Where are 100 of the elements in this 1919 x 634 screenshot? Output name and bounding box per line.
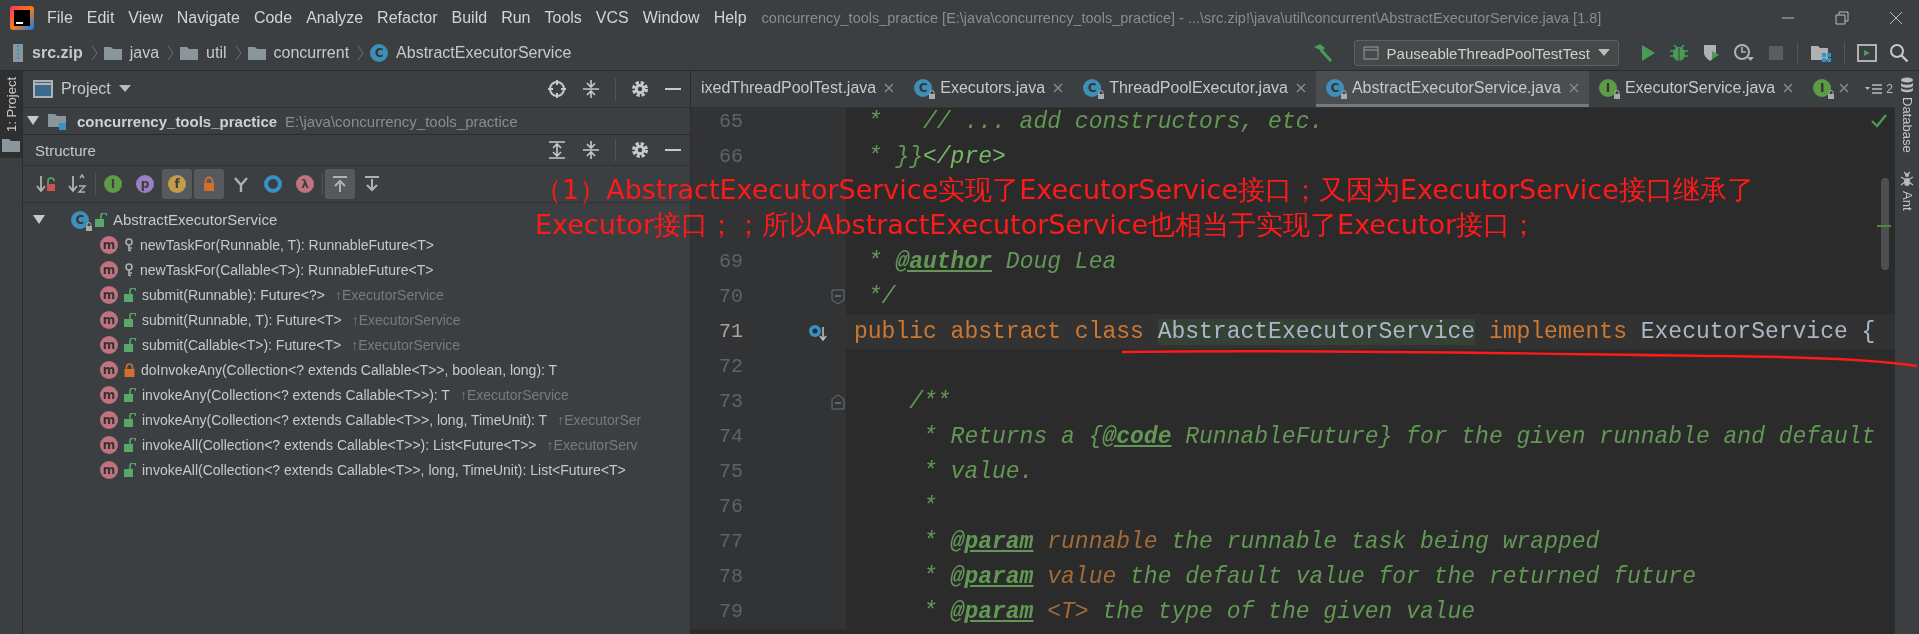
tree-item[interactable]: newTaskFor(Callable<T>): RunnableFuture<T> xyxy=(140,261,434,278)
inherited-from-label: ↑ExecutorServ xyxy=(546,436,638,453)
sort-alphabetical-icon xyxy=(68,174,88,194)
tree-item[interactable]: invokeAny(Collection<? extends Callable<T>>): T xyxy=(142,386,450,403)
tree-item[interactable]: AbstractExecutorService xyxy=(113,211,278,228)
close-icon[interactable] xyxy=(884,82,895,93)
menu-item[interactable]: File xyxy=(40,6,80,30)
menu-item[interactable]: Run xyxy=(494,6,538,30)
toolbar-toggle[interactable] xyxy=(325,169,355,199)
unlocked-padlock-icon xyxy=(124,462,136,477)
tree-item[interactable]: invokeAll(Collection<? extends Callable<T>>, long, TimeUnit): List<Future<T> xyxy=(142,461,626,478)
list-icon xyxy=(1865,84,1884,94)
menu-item[interactable]: Navigate xyxy=(169,6,247,30)
folder-grid-icon[interactable] xyxy=(1810,44,1832,62)
panel-title: Structure xyxy=(35,141,96,159)
terminal-window-icon[interactable] xyxy=(1857,44,1877,62)
search-icon[interactable] xyxy=(1889,43,1909,63)
breadcrumb[interactable]: src.zip xyxy=(30,44,85,62)
project-name[interactable]: concurrency_tools_practice xyxy=(77,112,278,130)
breadcrumb[interactable]: java xyxy=(127,44,162,62)
code-line: * @author Doug Lea xyxy=(867,248,1117,275)
tree-item[interactable]: submit(Runnable): Future<?> xyxy=(142,286,325,303)
interface-icon: I xyxy=(1598,78,1617,97)
tree-item[interactable]: newTaskFor(Runnable, T): RunnableFuture<T> xyxy=(140,236,434,253)
method-icon: m xyxy=(100,385,118,404)
expand-all-icon[interactable] xyxy=(547,140,567,160)
menu-item[interactable]: Analyze xyxy=(299,6,371,30)
editor-tab[interactable]: C Executors.java xyxy=(904,71,1074,107)
menu-item[interactable]: Build xyxy=(444,6,495,30)
fold-marker-icon[interactable] xyxy=(830,288,845,305)
menu-item[interactable]: View xyxy=(121,6,170,30)
expand-arrow-icon[interactable] xyxy=(27,116,39,126)
method-icon: m xyxy=(100,235,118,254)
tool-window-tab[interactable]: 1: Project xyxy=(0,71,22,158)
expand-arrow-icon[interactable] xyxy=(33,214,45,225)
method-icon: m xyxy=(100,410,118,429)
class-icon: C xyxy=(1325,78,1344,97)
chevron-icon xyxy=(90,45,98,61)
toolbar-toggle[interactable] xyxy=(194,169,224,199)
tree-item[interactable]: submit(Runnable, T): Future<T> xyxy=(142,311,342,328)
change-marker xyxy=(1877,225,1891,227)
restore-icon[interactable] xyxy=(1835,11,1849,25)
class-icon: C xyxy=(1083,78,1102,97)
run-icon[interactable] xyxy=(1639,44,1657,62)
app-logo[interactable] xyxy=(10,6,34,30)
menu-item[interactable]: Refactor xyxy=(370,6,445,30)
toolbar-toggle[interactable]: f xyxy=(162,169,192,199)
close-icon[interactable] xyxy=(1889,11,1903,25)
caret-icon xyxy=(118,85,131,93)
breadcrumb[interactable]: AbstractExecutorService xyxy=(394,44,574,62)
close-icon[interactable] xyxy=(1783,82,1794,93)
bug-icon[interactable] xyxy=(1669,43,1689,63)
menu-item[interactable]: Code xyxy=(246,6,300,30)
run-configuration-dropdown[interactable]: PauseableThreadPoolTestTest xyxy=(1353,40,1619,66)
menu-item[interactable]: Edit xyxy=(79,6,122,30)
editor-tab[interactable]: I xyxy=(1803,71,1860,107)
window-title: concurrency_tools_practice [E:\java\concurrency_tools_practice] - ...\src.zip!\java\util\concurrent\AbstractExecutorService.java [1.8] xyxy=(761,10,1602,26)
breadcrumb[interactable]: util xyxy=(204,44,229,62)
code-line: * // ... add constructors, etc. xyxy=(867,108,1324,135)
code-line: * value. xyxy=(923,458,1034,485)
breadcrumb[interactable]: concurrent xyxy=(271,44,352,62)
autoscroll-from-source-icon xyxy=(362,174,382,194)
shield-icon[interactable] xyxy=(1701,43,1721,63)
check-icon[interactable] xyxy=(1871,114,1887,128)
scrollbar-thumb[interactable] xyxy=(1881,178,1889,270)
archive-icon xyxy=(12,44,24,62)
tree-item[interactable]: submit(Callable<T>): Future<T> xyxy=(142,336,342,353)
collapse-all-icon[interactable] xyxy=(581,140,601,160)
padlock-icon xyxy=(1827,89,1836,99)
close-icon[interactable] xyxy=(1568,82,1579,93)
menu-item[interactable]: VCS xyxy=(588,6,636,30)
crosshair-icon[interactable] xyxy=(547,79,567,99)
menu-item[interactable]: Help xyxy=(706,6,754,30)
menu-item[interactable]: Window xyxy=(635,6,707,30)
project-view-dropdown[interactable]: Project xyxy=(33,80,131,98)
editor-tab[interactable]: I ExecutorService.java xyxy=(1588,71,1804,107)
code-line: /** xyxy=(909,388,951,415)
window-icon xyxy=(33,80,53,98)
editor-tab[interactable]: ixedThreadPoolTest.java xyxy=(691,71,905,107)
unlocked-padlock-icon xyxy=(124,287,136,302)
lambda-icon: λ xyxy=(296,175,314,193)
menu-item[interactable]: Tools xyxy=(537,6,589,30)
fold-marker-icon[interactable] xyxy=(830,393,845,410)
editor-tab[interactable]: C ThreadPoolExecutor.java xyxy=(1073,71,1316,107)
settings-icon[interactable] xyxy=(630,79,650,99)
close-icon[interactable] xyxy=(1295,82,1306,93)
tree-item[interactable]: invokeAll(Collection<? extends Callable<T>>): List<Future<T>> xyxy=(142,436,537,453)
tool-window-tab[interactable]: Ant xyxy=(1899,170,1915,211)
settings-icon[interactable] xyxy=(630,140,650,160)
tool-window-tab[interactable]: Database xyxy=(1899,77,1915,153)
tree-item[interactable]: doInvokeAny(Collection<? extends Callable<T>>, boolean, long): T xyxy=(141,361,558,378)
close-icon[interactable] xyxy=(1053,82,1064,93)
sort-visibility-icon xyxy=(36,174,56,194)
editor-tab[interactable]: C AbstractExecutorService.java xyxy=(1315,71,1589,107)
clock-icon[interactable] xyxy=(1733,43,1755,63)
close-icon[interactable] xyxy=(1839,82,1850,93)
tab-overflow-button[interactable]: 2 xyxy=(1859,71,1895,107)
code-line: * @param <T> the type of the given value xyxy=(923,598,1476,625)
collapse-all-icon[interactable] xyxy=(581,79,601,99)
tree-item[interactable]: invokeAny(Collection<? extends Callable<T>>, long, TimeUnit): T xyxy=(142,411,548,428)
